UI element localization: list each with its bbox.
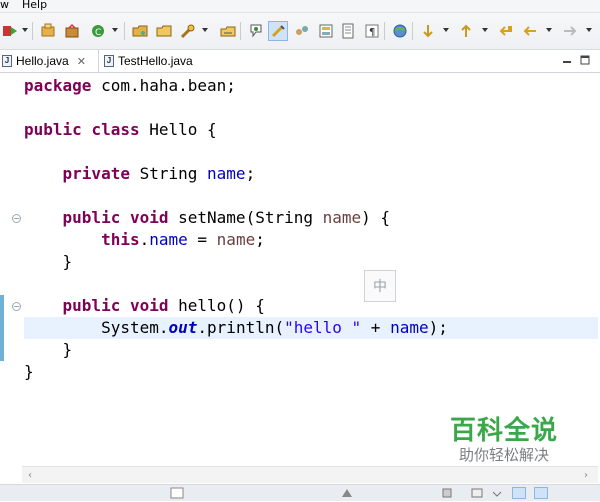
last-edit-icon[interactable] <box>496 21 516 41</box>
code-line: this.name = name; <box>101 230 265 249</box>
code-line: package com.haha.bean; <box>24 76 236 95</box>
pin-icon[interactable] <box>440 487 454 499</box>
tab-label: Hello.java <box>16 54 69 68</box>
open-folder-icon[interactable] <box>154 21 174 41</box>
tab-hello-java[interactable]: J Hello.java ✕ <box>0 50 99 72</box>
new-class-icon[interactable]: C <box>88 21 108 41</box>
svg-text:C: C <box>95 28 101 38</box>
annotation-icon[interactable] <box>246 21 266 41</box>
menu-icon[interactable] <box>490 487 504 499</box>
open-task-icon[interactable] <box>218 21 238 41</box>
bottom-panel-bar <box>0 484 600 501</box>
editor-tab-bar: J Hello.java ✕ J TestHello.java <box>0 50 600 73</box>
console-icon[interactable] <box>170 487 184 499</box>
paragraph-icon[interactable]: ¶ <box>362 21 382 41</box>
minimize-panel-icon[interactable] <box>512 487 526 499</box>
toolbar-separator <box>124 22 125 40</box>
new-package-icon[interactable] <box>62 21 82 41</box>
chevron-down-icon[interactable] <box>586 28 592 32</box>
globe-icon[interactable] <box>390 21 410 41</box>
new-java-project-icon[interactable] <box>38 21 58 41</box>
chevron-down-icon[interactable] <box>22 28 28 32</box>
watermark-title: 百科全说 <box>449 416 558 446</box>
back-icon[interactable] <box>520 21 540 41</box>
code-line: public void hello() { <box>62 296 265 315</box>
scroll-left-icon[interactable]: ‹ <box>28 470 32 481</box>
fold-toggle-icon[interactable]: − <box>12 302 21 311</box>
minimize-icon[interactable] <box>562 54 572 64</box>
menu-help[interactable]: Help <box>22 0 47 11</box>
svg-text:¶: ¶ <box>369 27 375 38</box>
block-selection-icon[interactable] <box>316 21 336 41</box>
horizontal-scrollbar[interactable]: ‹ › <box>22 466 598 483</box>
toggle-breadcrumb-icon[interactable] <box>292 21 312 41</box>
forward-icon[interactable] <box>560 21 580 41</box>
menu-window[interactable]: w <box>0 0 9 11</box>
launch-icon[interactable] <box>340 487 354 499</box>
scroll-right-icon[interactable]: › <box>584 470 588 481</box>
show-whitespace-icon[interactable] <box>338 21 358 41</box>
code-line: public class Hello { <box>24 120 217 139</box>
fold-toggle-icon[interactable]: − <box>12 214 21 223</box>
tab-testhello-java[interactable]: J TestHello.java <box>104 50 214 72</box>
chevron-down-icon[interactable] <box>482 28 488 32</box>
toolbar-separator <box>412 22 413 40</box>
run-icon[interactable] <box>0 21 20 41</box>
code-line: } <box>24 252 73 271</box>
toolbar-separator <box>32 22 33 40</box>
chevron-down-icon[interactable] <box>546 28 552 32</box>
toolbar-separator <box>240 22 241 40</box>
maximize-panel-icon[interactable] <box>534 487 548 499</box>
ime-indicator[interactable]: 中 <box>364 270 396 302</box>
prev-annotation-icon[interactable] <box>456 21 476 41</box>
chevron-down-icon[interactable] <box>112 28 118 32</box>
watermark: 百科全说 助你轻松解决 <box>424 408 584 472</box>
editor-ruler <box>0 73 22 463</box>
close-icon[interactable]: ✕ <box>77 55 86 68</box>
code-line-current: System.out.println("hello " + name); <box>24 318 448 337</box>
open-type-icon[interactable] <box>130 21 150 41</box>
menu-bar: w Help <box>0 0 600 13</box>
java-file-icon: J <box>2 55 12 67</box>
chevron-down-icon[interactable] <box>443 28 449 32</box>
new-console-icon[interactable] <box>470 487 484 499</box>
mark-occurrences-icon[interactable] <box>268 21 288 41</box>
chevron-down-icon[interactable] <box>202 28 208 32</box>
code-line: private String name; <box>62 164 256 183</box>
code-line: public void setName(String name) { <box>62 208 391 227</box>
change-indicator <box>0 295 4 361</box>
toolbar-separator <box>384 22 385 40</box>
java-file-icon: J <box>104 55 114 67</box>
tab-label: TestHello.java <box>118 54 193 68</box>
search-icon[interactable] <box>178 21 198 41</box>
code-editor[interactable]: − − package com.haha.bean; public class … <box>0 73 600 463</box>
watermark-subtitle: 助你轻松解决 <box>458 446 549 464</box>
code-line: } <box>24 340 73 359</box>
code-line: } <box>24 362 34 381</box>
next-annotation-icon[interactable] <box>418 21 438 41</box>
toolbar: C ¶ <box>0 13 600 50</box>
maximize-icon[interactable] <box>580 54 590 65</box>
view-controls <box>562 54 590 65</box>
